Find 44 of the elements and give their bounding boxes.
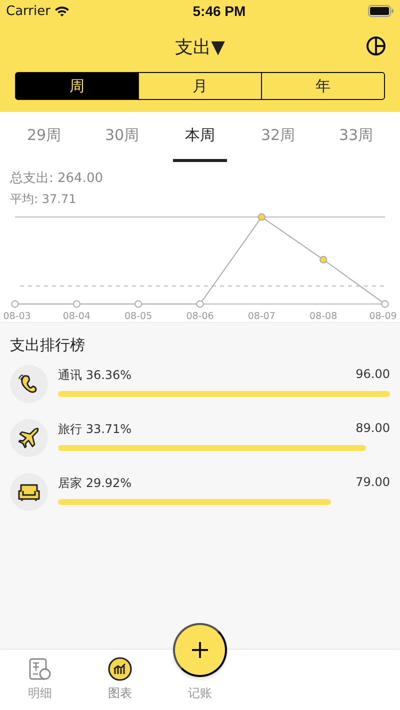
battery-icon [368, 5, 394, 17]
wifi-icon [54, 5, 70, 17]
tab-bar-item[interactable]: 图表 [80, 650, 160, 710]
axis-label: 08-07 [248, 311, 276, 322]
week-tab[interactable]: 32周 [251, 112, 305, 162]
category-label: 通讯 36.36% [58, 367, 132, 384]
period-tab[interactable]: 年 [261, 73, 384, 99]
data-point [320, 256, 328, 264]
plus-icon [191, 641, 209, 659]
week-tab[interactable]: 33周 [329, 112, 383, 162]
axis-label: 08-06 [186, 311, 214, 322]
data-point [381, 300, 389, 308]
carrier-label: Carrier [6, 4, 50, 18]
week-tab[interactable]: 29周 [17, 112, 71, 162]
tab-bar-item[interactable]: 明细 [0, 650, 80, 710]
category-amount: 79.00 [356, 475, 390, 491]
axis-label: 08-08 [310, 311, 338, 322]
data-point [258, 213, 266, 221]
axis-label: 08-03 [3, 311, 31, 322]
page-title[interactable]: 支出▼ [175, 35, 225, 59]
data-point [134, 300, 142, 308]
axis-label: 08-04 [62, 311, 90, 322]
week-tab[interactable]: 30周 [95, 112, 149, 162]
data-point [11, 300, 19, 308]
total-expense: 总支出: 264.00 [10, 170, 103, 187]
axis-label: 08-09 [369, 311, 397, 322]
section-title: 支出排行榜 [10, 336, 85, 355]
category-amount: 96.00 [356, 367, 390, 383]
data-point [72, 300, 80, 308]
axis-label: 08-05 [124, 311, 152, 322]
add-button[interactable] [173, 623, 227, 677]
receipt-icon [28, 657, 52, 681]
category-label: 旅行 33.71% [58, 421, 132, 438]
tab-label[interactable]: 记账 [188, 685, 212, 702]
status-time: 5:46 PM [192, 3, 246, 19]
bar-chart-icon [108, 657, 132, 681]
period-tab[interactable]: 周 [16, 73, 138, 99]
data-point [196, 300, 204, 308]
average-expense: 平均: 37.71 [10, 191, 76, 208]
period-tab[interactable]: 月 [138, 73, 261, 99]
airplane-icon [17, 426, 41, 450]
category-amount: 89.00 [356, 421, 390, 437]
category-label: 居家 29.92% [58, 475, 132, 492]
pie-chart-icon[interactable] [366, 36, 386, 56]
